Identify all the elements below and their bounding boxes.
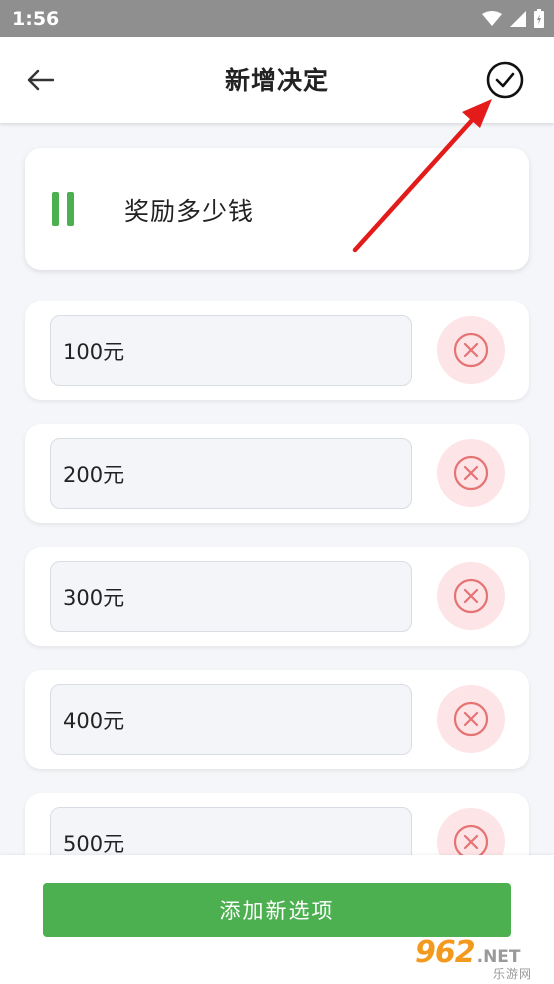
status-bar: 1:56 bbox=[0, 0, 554, 37]
drag-handle-icon bbox=[52, 192, 74, 226]
remove-option-button[interactable] bbox=[437, 685, 505, 753]
confirm-button[interactable] bbox=[484, 59, 526, 101]
check-circle-icon bbox=[486, 61, 524, 99]
option-input[interactable] bbox=[50, 315, 412, 386]
status-time: 1:56 bbox=[12, 7, 60, 30]
close-circle-icon bbox=[453, 332, 489, 368]
remove-option-button[interactable] bbox=[437, 439, 505, 507]
status-icons bbox=[482, 9, 544, 28]
watermark-logo: 962 .NET 乐游网 bbox=[415, 935, 551, 981]
option-input[interactable] bbox=[50, 561, 412, 632]
app-bar: 新增决定 bbox=[0, 37, 554, 123]
option-row bbox=[25, 670, 529, 769]
page-title: 新增决定 bbox=[224, 66, 329, 95]
option-row bbox=[25, 424, 529, 523]
battery-icon bbox=[534, 9, 544, 28]
remove-option-button[interactable] bbox=[437, 562, 505, 630]
close-circle-icon bbox=[453, 455, 489, 491]
decision-title-card[interactable]: 奖励多少钱 bbox=[25, 148, 529, 270]
add-option-button[interactable]: 添加新选项 bbox=[43, 883, 511, 937]
close-circle-icon bbox=[453, 578, 489, 614]
decision-title: 奖励多少钱 bbox=[124, 197, 255, 226]
option-input[interactable] bbox=[50, 438, 412, 509]
option-row bbox=[25, 301, 529, 400]
option-row bbox=[25, 547, 529, 646]
remove-option-button[interactable] bbox=[437, 316, 505, 384]
close-circle-icon bbox=[453, 701, 489, 737]
watermark-sub: 乐游网 bbox=[493, 967, 533, 981]
option-input[interactable] bbox=[50, 684, 412, 755]
signal-icon bbox=[510, 10, 526, 27]
option-input[interactable] bbox=[50, 807, 412, 855]
option-row bbox=[25, 793, 529, 855]
watermark-suffix: .NET bbox=[476, 947, 521, 967]
options-list[interactable] bbox=[0, 301, 554, 855]
watermark-brand: 962 bbox=[415, 935, 476, 970]
remove-option-button[interactable] bbox=[437, 808, 505, 855]
close-circle-icon bbox=[453, 824, 489, 855]
wifi-icon bbox=[482, 10, 502, 26]
